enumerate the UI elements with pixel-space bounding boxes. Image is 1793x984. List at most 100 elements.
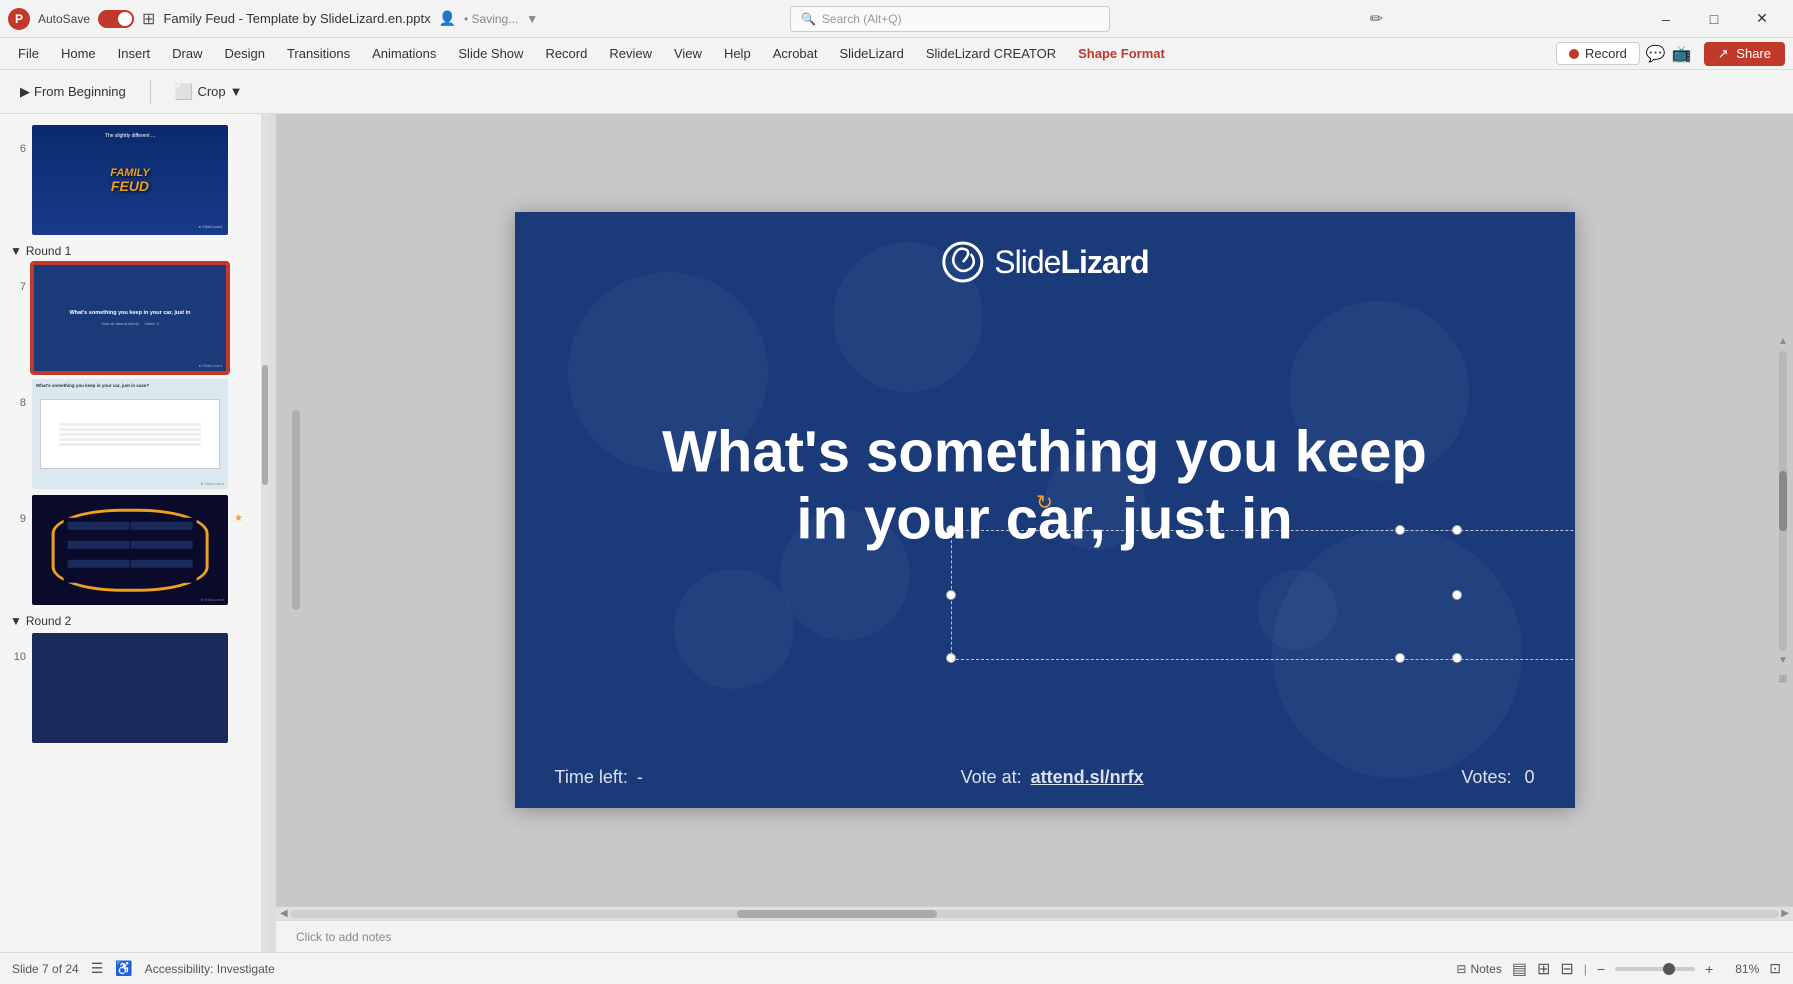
slide-thumb-9[interactable]: ● SlideLizard <box>32 495 228 605</box>
slide-item-10[interactable]: 10 <box>0 630 269 746</box>
slide-6-logo: ● SlideLizard <box>199 216 222 231</box>
record-button[interactable]: Record <box>1556 42 1640 65</box>
left-scroll-area <box>292 410 300 610</box>
close-button[interactable]: ✕ <box>1739 0 1785 38</box>
slide-thumb-10[interactable] <box>32 633 228 743</box>
zoom-fit-icon[interactable]: ⊞ <box>1779 674 1787 685</box>
slide-canvas[interactable]: SlideLizard ↻ <box>515 212 1575 808</box>
zoom-value[interactable]: 81% <box>1723 962 1759 976</box>
menu-slidelizard-creator[interactable]: SlideLizard CREATOR <box>916 42 1066 65</box>
zoom-slider[interactable] <box>1615 967 1695 971</box>
separator: | <box>1584 962 1587 976</box>
menu-design[interactable]: Design <box>215 42 275 65</box>
slide-thumb-8[interactable]: What's something you keep in your car, j… <box>32 379 228 489</box>
hscroll-left-icon[interactable]: ◀ <box>280 908 288 919</box>
saving-dropdown[interactable]: ▼ <box>526 12 538 26</box>
slide-main-text[interactable]: What's something you keep in your car, j… <box>630 419 1460 552</box>
menu-record[interactable]: Record <box>535 42 597 65</box>
round-1-label[interactable]: ▼ Round 1 <box>0 238 269 260</box>
slide-canvas-wrap[interactable]: SlideLizard ↻ <box>276 114 1793 906</box>
slide-item-6[interactable]: 6 The slightly different ... FAMILY FEUD… <box>0 122 269 238</box>
hscroll-track[interactable] <box>290 910 1780 918</box>
crop-button[interactable]: ⬜ Crop ▼ <box>165 79 253 105</box>
menu-insert[interactable]: Insert <box>108 42 161 65</box>
slide-6-subtitle: The slightly different ... <box>32 133 228 139</box>
slide-9-logo: ● SlideLizard <box>201 597 224 602</box>
presenter-view-icon[interactable]: ⊟ <box>1560 959 1573 979</box>
scroll-up-icon[interactable]: ▲ <box>1778 336 1788 347</box>
votes-value: 0 <box>1524 767 1534 787</box>
from-beginning-label: From Beginning <box>34 84 126 99</box>
search-bar[interactable]: 🔍 Search (Alt+Q) <box>790 6 1110 32</box>
crop-icon: ⬜ <box>175 83 194 101</box>
vote-at-label: Vote at: <box>961 767 1022 787</box>
menu-shape-format[interactable]: Shape Format <box>1068 42 1175 65</box>
handle-mid-right[interactable] <box>1452 590 1462 600</box>
votes-count: Votes: 0 <box>1461 767 1534 788</box>
vote-at: Vote at: attend.sl/nrfx <box>961 767 1144 788</box>
slides-scroll[interactable]: 6 The slightly different ... FAMILY FEUD… <box>0 114 269 952</box>
menu-animations[interactable]: Animations <box>362 42 446 65</box>
slides-panel-scrollbar[interactable] <box>261 114 269 952</box>
grid-view-icon[interactable]: ⊞ <box>1537 959 1550 979</box>
fit-to-window-icon[interactable]: ⊡ <box>1769 960 1781 977</box>
slide-menu-icon[interactable]: ☰ <box>91 960 104 977</box>
normal-view-icon[interactable]: ▤ <box>1512 959 1527 979</box>
menu-draw[interactable]: Draw <box>162 42 212 65</box>
menu-view[interactable]: View <box>664 42 712 65</box>
slide-7-text: What's something you keep in your car, j… <box>69 310 190 318</box>
zoom-slider-thumb[interactable] <box>1663 963 1675 975</box>
canvas-center: SlideLizard ↻ <box>316 212 1773 808</box>
zoom-in-icon[interactable]: + <box>1705 961 1713 977</box>
menu-slideshow[interactable]: Slide Show <box>448 42 533 65</box>
menu-transitions[interactable]: Transitions <box>277 42 360 65</box>
search-icon: 🔍 <box>801 12 816 26</box>
notes-label: Notes <box>1470 962 1501 976</box>
round-2-label[interactable]: ▼ Round 2 <box>0 608 269 630</box>
scroll-down-icon[interactable]: ▼ <box>1778 655 1788 666</box>
share-icon: ↗ <box>1718 46 1729 61</box>
accessibility-icon[interactable]: ♿ <box>115 960 132 977</box>
slide-item-8[interactable]: 8 What's something you keep in your car,… <box>0 376 269 492</box>
notes-button[interactable]: ⊟ Notes <box>1456 962 1501 976</box>
handle-bot-right[interactable] <box>1452 653 1462 663</box>
menu-slidelizard[interactable]: SlideLizard <box>830 42 914 65</box>
notes-placeholder[interactable]: Click to add notes <box>296 930 391 944</box>
minimize-button[interactable]: – <box>1643 0 1689 38</box>
slide-canvas-container: SlideLizard ↻ <box>515 212 1575 808</box>
handle-bot-center[interactable] <box>1395 653 1405 663</box>
comments-icon[interactable]: 💬 <box>1646 44 1666 64</box>
horizontal-scrollbar[interactable]: ◀ ▶ <box>276 906 1793 920</box>
autosave-toggle[interactable] <box>98 10 134 28</box>
hscroll-right-icon[interactable]: ▶ <box>1781 908 1789 919</box>
slide-thumb-7[interactable]: What's something you keep in your car, j… <box>32 263 228 373</box>
menu-help[interactable]: Help <box>714 42 761 65</box>
designer-icon[interactable]: ✏ <box>1362 9 1391 29</box>
share-button[interactable]: ↗ Share <box>1704 42 1785 66</box>
menu-home[interactable]: Home <box>51 42 106 65</box>
notes-area[interactable]: Click to add notes <box>276 920 1793 952</box>
slide-number-6: 6 <box>8 125 26 155</box>
slides-scrollbar-thumb[interactable] <box>262 365 268 485</box>
slide-item-9[interactable]: 9 ● SlideLizard ★ <box>0 492 269 608</box>
maximize-button[interactable]: □ <box>1691 0 1737 38</box>
slide-item-7[interactable]: 7 What's something you keep in your car,… <box>0 260 269 376</box>
hscroll-thumb[interactable] <box>737 910 937 918</box>
file-versions-icon[interactable]: ⊞ <box>142 9 155 29</box>
menu-acrobat[interactable]: Acrobat <box>763 42 828 65</box>
zoom-out-icon[interactable]: − <box>1597 961 1605 977</box>
crop-dropdown-arrow[interactable]: ▼ <box>230 84 243 99</box>
menu-file[interactable]: File <box>8 42 49 65</box>
present-icon[interactable]: 📺 <box>1672 44 1692 64</box>
slide-thumb-6[interactable]: The slightly different ... FAMILY FEUD ●… <box>32 125 228 235</box>
handle-mid-left[interactable] <box>946 590 956 600</box>
handle-bot-left[interactable] <box>946 653 956 663</box>
menu-review[interactable]: Review <box>599 42 662 65</box>
crop-label: Crop <box>197 84 225 99</box>
slide-8-grid <box>40 399 220 469</box>
slide-number-10: 10 <box>8 633 26 663</box>
search-placeholder: Search (Alt+Q) <box>822 12 902 26</box>
from-beginning-button[interactable]: ▶ From Beginning <box>10 80 136 104</box>
vscroll-thumb[interactable] <box>1779 471 1787 531</box>
vertical-scrollbar[interactable] <box>1779 351 1787 651</box>
